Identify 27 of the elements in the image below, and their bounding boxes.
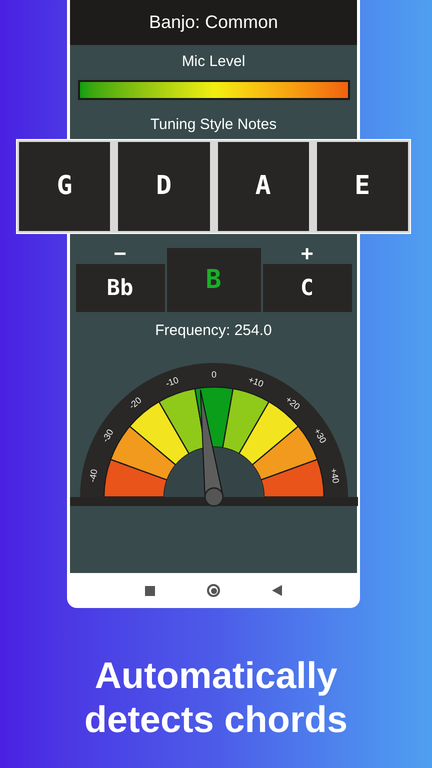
gauge-label: -30 bbox=[100, 427, 115, 444]
recents-icon[interactable] bbox=[145, 586, 155, 596]
gauge-label: +30 bbox=[312, 426, 328, 444]
back-icon[interactable] bbox=[272, 585, 282, 596]
header-title: Banjo: Common bbox=[148, 11, 278, 34]
home-icon[interactable] bbox=[207, 584, 220, 597]
plus-sign: + bbox=[300, 246, 314, 262]
tuning-style-label: Tuning Style Notes bbox=[150, 114, 277, 134]
gauge-label: -20 bbox=[126, 394, 143, 411]
string-note[interactable]: G bbox=[19, 142, 110, 231]
minus-sign: − bbox=[114, 246, 126, 262]
sharp-note[interactable]: C bbox=[262, 264, 352, 312]
flat-note[interactable]: Bb bbox=[76, 264, 164, 312]
gauge-label: +40 bbox=[328, 466, 341, 484]
current-note: B bbox=[206, 264, 222, 296]
gauge-label: +10 bbox=[246, 374, 264, 389]
gauge-label: -40 bbox=[86, 468, 99, 482]
frequency-readout: Frequency: 254.0 bbox=[155, 321, 272, 341]
headline-text: detects chords bbox=[84, 698, 348, 742]
gauge-label: 0 bbox=[211, 368, 216, 379]
string-note[interactable]: D bbox=[118, 142, 210, 231]
gauge-label: +20 bbox=[283, 394, 302, 412]
mic-level-label: Mic Level bbox=[182, 52, 246, 72]
string-note[interactable]: E bbox=[316, 142, 408, 231]
string-note[interactable]: A bbox=[218, 142, 309, 231]
gauge-label: -10 bbox=[164, 374, 180, 388]
headline-text: Automatically bbox=[94, 654, 338, 698]
